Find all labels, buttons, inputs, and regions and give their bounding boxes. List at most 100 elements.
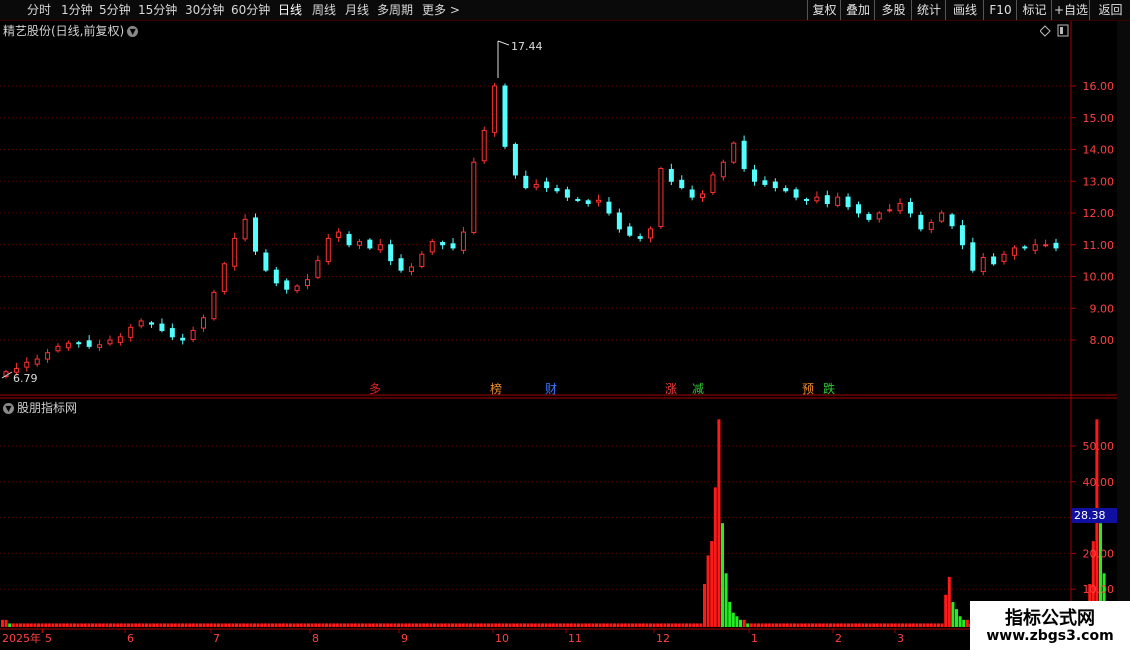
indicator-bar-1	[4, 619, 8, 627]
indicator-bar-185	[667, 623, 670, 627]
toolbar-button-1[interactable]: 叠加	[840, 0, 875, 20]
indicator-bar-267	[962, 619, 966, 627]
indicator-bar-73	[263, 623, 267, 627]
toolbar-button-2[interactable]: 多股	[874, 0, 912, 20]
event-marker-2[interactable]: 财	[545, 382, 557, 396]
indicator-bar-151	[544, 623, 548, 627]
indicator-bar-3	[11, 623, 15, 627]
candle-body-74	[772, 181, 778, 189]
event-marker-6[interactable]: 跌	[823, 381, 835, 396]
indicator-bar-122	[440, 623, 444, 627]
toolbar-button-7[interactable]: +自选	[1051, 0, 1090, 20]
price-tick-4: 12.00	[1083, 207, 1115, 220]
candle-body-63	[658, 168, 664, 227]
candle-body-91	[949, 214, 955, 227]
event-marker-3[interactable]: 涨	[665, 381, 677, 396]
indicator-bar-209	[753, 623, 757, 627]
high-price-label: 17.44	[511, 40, 543, 53]
toolbar-button-3[interactable]: 统计	[911, 0, 946, 20]
toolbar-button-0[interactable]: 复权	[807, 0, 841, 20]
period-tab-7[interactable]: 周线	[312, 0, 336, 20]
toolbar-button-4[interactable]: 画线	[945, 0, 984, 20]
chevron-down-icon[interactable]: ▼	[3, 403, 14, 414]
period-tab-2[interactable]: 5分钟	[99, 0, 131, 20]
indicator-bar-238	[857, 623, 861, 627]
indicator-bar-109	[393, 623, 397, 627]
indicator-bar-123	[443, 623, 447, 627]
stock-title[interactable]: 精艺股份(日线,前复权) ▼	[3, 22, 139, 39]
watermark: 指标公式网 www.zbgs3.com	[970, 601, 1130, 650]
candle-body-79	[824, 195, 830, 204]
candle-body-83	[866, 213, 872, 220]
candle-body-15	[159, 323, 165, 331]
period-tab-8[interactable]: 月线	[345, 0, 369, 20]
candle-body-10	[107, 339, 113, 345]
indicator-bar-105	[379, 623, 382, 627]
period-tab-0[interactable]: 分时	[27, 0, 51, 20]
period-tab-9[interactable]: 多周期	[377, 0, 413, 20]
indicator-bar-231	[832, 623, 836, 627]
indicator-bar-165	[595, 623, 598, 627]
indicator-bar-249	[897, 623, 901, 627]
period-tab-4[interactable]: 30分钟	[185, 0, 224, 20]
period-tab-5[interactable]: 60分钟	[231, 0, 270, 20]
chevron-down-icon[interactable]: ▼	[127, 26, 139, 37]
toolbar-button-6[interactable]: 标记	[1016, 0, 1052, 20]
indicator-bar-217	[782, 623, 786, 627]
indicator-bar-147	[530, 623, 534, 627]
price-tick-5: 11.00	[1083, 239, 1115, 252]
indicator-bar-142	[512, 623, 516, 627]
event-marker-5[interactable]: 预	[802, 382, 814, 396]
indicator-bar-37	[134, 623, 138, 627]
period-tab-3[interactable]: 15分钟	[138, 0, 177, 20]
indicator-bar-201	[724, 573, 728, 627]
indicator-bar-51	[184, 623, 188, 627]
candle-body-98	[1022, 246, 1028, 249]
indicator-bar-211	[760, 623, 764, 627]
indicator-bar-258	[929, 623, 933, 627]
candle-body-22	[232, 237, 238, 267]
candle-body-27	[284, 280, 290, 290]
indicator-title[interactable]: ▼ 股朋指标网	[3, 399, 77, 416]
event-marker-4[interactable]: 减	[692, 382, 704, 396]
indicator-bar-148	[533, 623, 537, 627]
indicator-bar-180	[649, 623, 652, 627]
indicator-bar-47	[170, 623, 174, 627]
indicator-bar-118	[425, 623, 429, 627]
period-tab-6[interactable]: 日线	[278, 0, 302, 20]
price-tick-3: 13.00	[1083, 175, 1115, 188]
indicator-tick-3: 20.00	[1083, 547, 1115, 560]
event-marker-1[interactable]: 榜	[490, 381, 502, 396]
indicator-bar-181	[652, 623, 656, 627]
indicator-bar-202	[728, 601, 732, 627]
toolbar-button-8[interactable]: 返回	[1089, 0, 1130, 20]
indicator-bar-191	[688, 623, 692, 627]
indicator-bar-17	[62, 623, 66, 627]
period-tab-10[interactable]: 更多 >	[422, 0, 460, 20]
indicator-bar-242	[872, 623, 876, 627]
candle-body-39	[408, 266, 414, 273]
period-toolbar: 分时 1分钟 5分钟 15分钟 30分钟 60分钟 日线 周线 月线 多周期 更多 > 复权 叠加 多股统…	[0, 0, 1130, 21]
candle-body-96	[1001, 253, 1007, 262]
indicator-bar-104	[375, 623, 379, 627]
indicator-bar-265	[955, 609, 958, 627]
indicator-bar-253	[911, 623, 915, 627]
candle-body-81	[845, 196, 851, 208]
indicator-bar-38	[137, 623, 141, 627]
indicator-bar-193	[695, 623, 699, 627]
event-marker-0[interactable]: 多	[369, 382, 381, 396]
candle-body-71	[741, 140, 747, 170]
period-tab-1[interactable]: 1分钟	[61, 0, 93, 20]
candle-body-94	[980, 256, 986, 273]
indicator-bar-138	[497, 623, 501, 627]
price-tick-7: 9.00	[1090, 302, 1115, 315]
diamond-icon[interactable]	[1040, 25, 1051, 37]
toolbar-button-5[interactable]: F10	[983, 0, 1017, 20]
indicator-bar-103	[371, 623, 375, 627]
indicator-bar-227	[818, 623, 822, 627]
indicator-bar-108	[389, 623, 393, 627]
candle-body-65	[679, 179, 685, 189]
indicator-bar-207	[746, 623, 750, 627]
indicator-bar-10	[37, 623, 40, 627]
indicator-bar-6	[22, 623, 26, 627]
